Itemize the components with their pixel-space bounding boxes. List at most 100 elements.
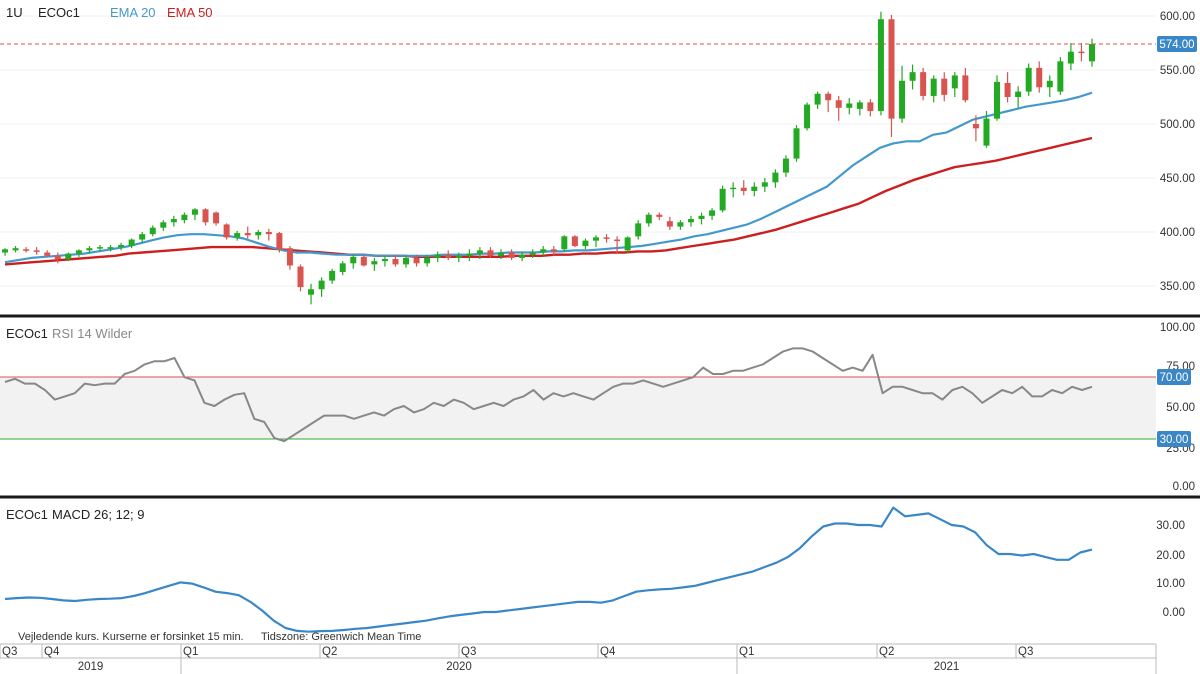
year-label: 2019	[78, 661, 104, 673]
candle-body	[191, 209, 198, 215]
candle-body	[360, 256, 367, 266]
candle-body	[329, 270, 336, 281]
macd-tick: 10.00	[1156, 578, 1185, 590]
macd-tick: 30.00	[1156, 520, 1185, 532]
candle-body	[160, 222, 167, 228]
price-tick: 600.00	[1160, 11, 1195, 23]
candle-body	[118, 244, 125, 248]
candle-body	[276, 233, 283, 250]
candle-body	[65, 253, 72, 259]
candle-body	[603, 237, 610, 239]
candle-body	[1046, 80, 1053, 88]
candle-body	[413, 257, 420, 264]
ema50-legend: EMA 50	[167, 5, 213, 20]
candle-body	[835, 100, 842, 108]
candle-body	[455, 255, 462, 258]
rsi-label: RSI 14 Wilder	[52, 326, 133, 341]
candle-body	[909, 72, 916, 81]
quarter-label: Q3	[461, 646, 476, 658]
candle-body	[12, 248, 19, 251]
candle-body	[1004, 82, 1011, 97]
macd-symbol: ECOc1	[6, 507, 48, 522]
candle-body	[181, 214, 188, 221]
candle-body	[434, 254, 441, 258]
candle[interactable]	[1025, 63, 1032, 96]
candle-body	[772, 172, 779, 183]
candle-body	[561, 236, 568, 250]
price-tick: 400.00	[1160, 227, 1195, 239]
candle[interactable]	[877, 11, 884, 116]
candle[interactable]	[571, 235, 578, 248]
candle-body	[213, 212, 220, 224]
candle-body	[804, 104, 811, 129]
candle-body	[466, 253, 473, 256]
candle[interactable]	[793, 125, 800, 162]
candle-body	[33, 250, 40, 252]
candle-body	[941, 78, 948, 95]
candle-body	[202, 209, 209, 223]
candle-body	[571, 236, 578, 247]
rsi-lower-tag: 30.00	[1160, 434, 1189, 446]
candle-body	[234, 233, 241, 238]
candle-body	[624, 237, 631, 251]
candle[interactable]	[719, 185, 726, 213]
candle-body	[476, 250, 483, 254]
candle-body	[1089, 44, 1095, 62]
candle-body	[1067, 51, 1074, 64]
candle-body	[994, 81, 1001, 119]
quarter-label: Q1	[739, 646, 754, 658]
quarter-label: Q4	[44, 646, 60, 658]
candle[interactable]	[1057, 57, 1064, 95]
candle-body	[899, 80, 906, 119]
quarter-label: Q4	[600, 646, 616, 658]
candle-body	[825, 93, 832, 101]
rsi-band	[0, 377, 1156, 439]
candle-body	[2, 249, 8, 253]
candle-body	[86, 248, 93, 251]
ema20-legend: EMA 20	[110, 5, 156, 20]
candle-body	[318, 280, 325, 290]
candle-body	[656, 214, 663, 217]
candle-body	[170, 219, 177, 223]
candle-body	[751, 186, 758, 191]
candle-body	[666, 221, 673, 227]
rsi-upper-tag: 70.00	[1160, 372, 1189, 384]
candle[interactable]	[920, 67, 927, 101]
candle[interactable]	[223, 223, 230, 240]
year-label: 2021	[934, 661, 960, 673]
rsi-tick: 50.00	[1166, 402, 1195, 414]
candle-body	[582, 240, 589, 247]
quarter-label: Q3	[2, 646, 17, 658]
rsi-header: ECOc1 RSI 14 Wilder	[6, 326, 133, 341]
price-tick: 550.00	[1160, 65, 1195, 77]
candle[interactable]	[561, 235, 568, 252]
candle[interactable]	[994, 75, 1001, 121]
year-label: 2020	[446, 661, 472, 673]
candle-body	[856, 102, 863, 109]
candle-body	[381, 259, 388, 262]
rsi-symbol: ECOc1	[6, 326, 48, 341]
candle[interactable]	[804, 102, 811, 131]
candle-body	[592, 237, 599, 241]
candle-body	[1057, 61, 1064, 92]
symbol-label: ECOc1	[38, 5, 80, 20]
timeframe-label: 1U	[6, 5, 23, 20]
candle-body	[265, 232, 272, 235]
candle-body	[139, 234, 146, 240]
macd-tick: 0.00	[1163, 607, 1185, 619]
candle-body	[867, 102, 874, 112]
candle-body	[297, 266, 304, 288]
candle-body	[962, 75, 969, 101]
candle-body	[286, 248, 293, 266]
candle[interactable]	[360, 255, 367, 267]
chart-svg[interactable]: 600.00 550.00 500.00 450.00 400.00 350.0…	[0, 0, 1200, 674]
candle-body	[339, 263, 346, 272]
price-tick: 450.00	[1160, 173, 1195, 185]
candle-body	[149, 227, 156, 235]
candle-body	[698, 215, 705, 220]
macd-label: MACD 26; 12; 9	[52, 507, 145, 522]
candle-body	[107, 247, 114, 249]
candle-body	[350, 256, 357, 264]
candle-body	[846, 103, 853, 108]
last-price-tag: 574.00	[1159, 39, 1194, 51]
